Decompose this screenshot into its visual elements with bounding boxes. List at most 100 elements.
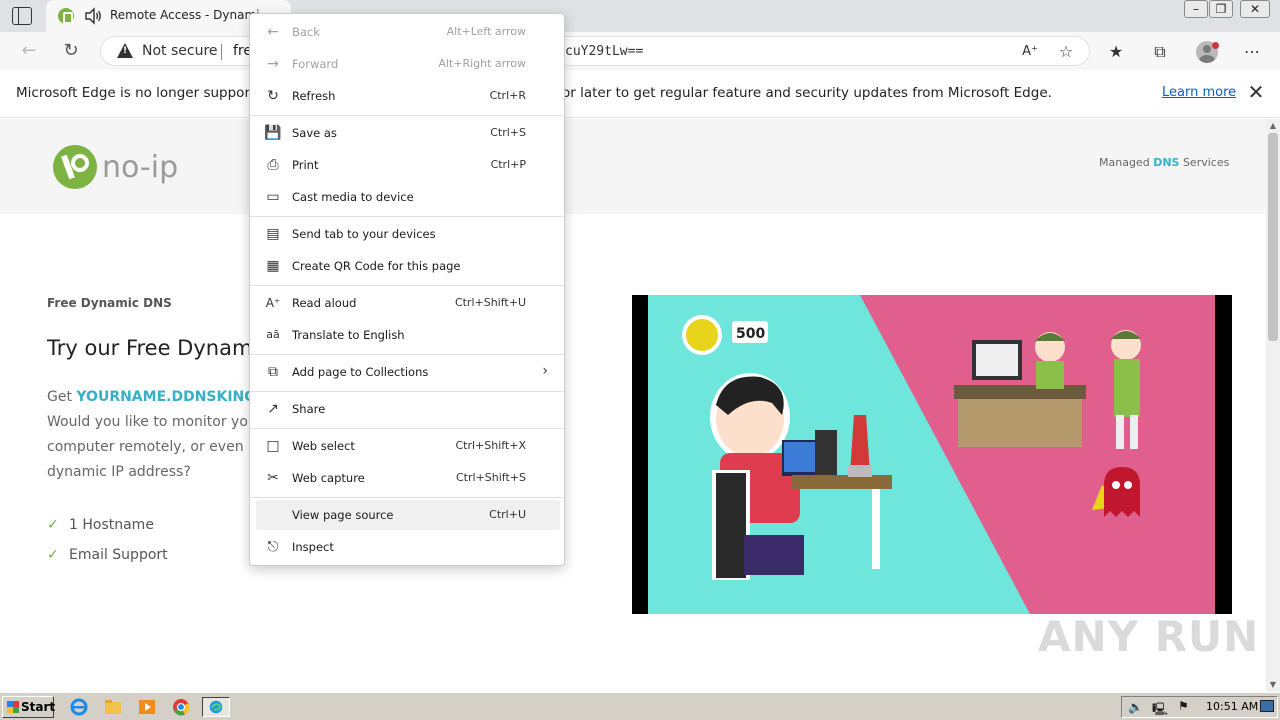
anyrun-watermark: ANY RUN — [1038, 612, 1260, 661]
start-label: Start — [21, 700, 56, 714]
edge-icon[interactable] — [202, 697, 230, 717]
menu-separator — [250, 115, 564, 116]
chrome-icon[interactable] — [170, 697, 192, 717]
browser-toolbar: ← ↻ Not secure fre cuY29tLw== A⁺ ☆ ★ ⧉ ⋯ — [0, 32, 1280, 70]
menu-item-translate[interactable]: aā Translate to English — [256, 320, 560, 350]
start-button[interactable]: Start — [2, 696, 56, 718]
profile-alert-dot — [1212, 42, 1219, 49]
scrollbar-thumb[interactable] — [1268, 133, 1278, 341]
menu-item-label: Web select — [292, 439, 355, 453]
site-header: no-ip Managed DNS Services — [0, 119, 1266, 214]
menu-item-print[interactable]: ⎙ Print Ctrl+P — [256, 150, 560, 180]
menu-item-label: Send tab to your devices — [292, 227, 436, 241]
show-desktop-icon[interactable] — [1260, 700, 1274, 712]
close-window-button[interactable]: ✕ — [1240, 0, 1270, 18]
menu-item-label: Print — [292, 158, 319, 172]
feature-item: ✓ 1 Hostname — [47, 517, 154, 533]
title-bar: Remote Access - Dynamic DNS – ❐ ✕ — [0, 0, 1280, 32]
address-separator — [221, 44, 222, 60]
menu-item-label: Save as — [292, 126, 337, 140]
feature-label: 1 Hostname — [69, 517, 154, 533]
menu-item-share[interactable]: ↗ Share — [256, 394, 560, 424]
feature-label: Email Support — [69, 547, 168, 563]
menu-item-cast[interactable]: ▭ Cast media to device — [256, 182, 560, 212]
menu-item-inspect[interactable]: ⎋ Inspect — [256, 532, 560, 562]
taskbar-clock[interactable]: 10:51 AM — [1206, 700, 1258, 713]
menu-item-shortcut: Alt+Right arrow — [438, 57, 526, 70]
menu-item-shortcut: Alt+Left arrow — [446, 25, 526, 38]
chevron-right-icon: › — [542, 363, 548, 379]
menu-item-label: Refresh — [292, 89, 336, 103]
file-explorer-icon[interactable] — [102, 697, 124, 717]
menu-separator — [250, 354, 564, 355]
get-hostname-line: Get YOURNAME.DDNSKING.C — [47, 389, 271, 405]
section-eyebrow: Free Dynamic DNS — [47, 296, 172, 310]
media-player-icon[interactable] — [136, 697, 158, 717]
read-aloud-icon[interactable]: A⁺ — [1020, 42, 1040, 62]
url-text-end: cuY29tLw== — [565, 44, 644, 59]
menu-item-shortcut: Ctrl+S — [490, 126, 526, 139]
read-aloud-icon: A⁺ — [265, 296, 281, 310]
windows-flag-icon — [7, 701, 19, 713]
web-select-icon: □ — [266, 438, 280, 454]
promo-video[interactable]: 500 — [632, 295, 1232, 614]
network-icon[interactable]: 🖳 — [1152, 700, 1168, 720]
page-scrollbar[interactable]: ▲ ▼ — [1266, 119, 1280, 692]
menu-item-label: View page source — [292, 508, 394, 522]
menu-item-view-page-source[interactable]: View page source Ctrl+U — [256, 500, 560, 530]
get-prefix: Get — [47, 389, 77, 405]
more-options-icon[interactable]: ⋯ — [1242, 42, 1262, 62]
refresh-icon: ↻ — [267, 88, 279, 104]
menu-item-back[interactable]: ← Back Alt+Left arrow — [256, 17, 560, 47]
tab-title: Remote Access - Dynamic DNS — [110, 8, 260, 22]
minimize-button[interactable]: – — [1184, 0, 1208, 18]
infobar-text-continued: or later to get regular feature and secu… — [562, 85, 1052, 101]
add-favorite-icon[interactable]: ☆ — [1056, 42, 1076, 62]
menu-item-label: Cast media to device — [292, 190, 414, 204]
menu-item-refresh[interactable]: ↻ Refresh Ctrl+R — [256, 81, 560, 111]
internet-explorer-icon[interactable] — [68, 697, 90, 717]
menu-item-web-select[interactable]: □ Web select Ctrl+Shift+X — [256, 431, 560, 461]
menu-item-label: Add page to Collections — [292, 365, 429, 379]
description-line: Would you like to monitor your h — [47, 414, 276, 430]
noip-logo[interactable]: no-ip — [50, 141, 200, 193]
security-label[interactable]: Not secure — [142, 43, 218, 59]
menu-item-save-as[interactable]: 💾 Save as Ctrl+S — [256, 118, 560, 148]
flag-notification-icon[interactable]: ⚑ — [1178, 699, 1189, 713]
menu-item-web-capture[interactable]: ✂ Web capture Ctrl+Shift+S — [256, 463, 560, 493]
system-tray: 🔈 🖳 ⚑ 10:51 AM — [1121, 696, 1278, 718]
scroll-down-icon[interactable]: ▼ — [1266, 679, 1280, 691]
speaker-icon[interactable] — [83, 6, 103, 26]
menu-item-label: Web capture — [292, 471, 365, 485]
scroll-up-icon[interactable]: ▲ — [1266, 120, 1280, 132]
menu-item-label: Back — [292, 25, 320, 39]
feature-item: ✓ Email Support — [47, 547, 168, 563]
menu-item-add-to-collections[interactable]: ⧉ Add page to Collections › — [256, 357, 560, 387]
back-arrow-icon[interactable]: ← — [18, 40, 40, 62]
send-tab-icon: ▤ — [266, 226, 280, 242]
menu-separator — [250, 497, 564, 498]
qr-code-icon: ▦ — [266, 258, 280, 274]
collections-icon[interactable]: ⧉ — [1150, 42, 1170, 62]
menu-item-label: Translate to English — [292, 328, 405, 342]
menu-item-forward[interactable]: → Forward Alt+Right arrow — [256, 49, 560, 79]
menu-item-label: Read aloud — [292, 296, 357, 310]
video-score: 500 — [736, 326, 765, 342]
volume-icon[interactable]: 🔈 — [1128, 700, 1143, 714]
menu-item-qr-code[interactable]: ▦ Create QR Code for this page — [256, 251, 560, 281]
restore-button[interactable]: ❐ — [1209, 0, 1233, 18]
favorites-icon[interactable]: ★ — [1106, 42, 1126, 62]
learn-more-link[interactable]: Learn more — [1162, 85, 1236, 100]
tab-actions-icon[interactable] — [12, 7, 32, 25]
refresh-icon[interactable]: ↻ — [60, 40, 82, 62]
hostname-highlight: YOURNAME.DDNSKING.C — [76, 389, 272, 405]
menu-item-send-tab[interactable]: ▤ Send tab to your devices — [256, 219, 560, 249]
warning-icon[interactable] — [117, 43, 133, 58]
close-infobar-icon[interactable]: ✕ — [1246, 82, 1266, 102]
description-line: dynamic IP address? — [47, 464, 191, 480]
menu-item-read-aloud[interactable]: A⁺ Read aloud Ctrl+Shift+U — [256, 288, 560, 318]
web-page: no-ip Managed DNS Services Free Dynamic … — [0, 119, 1266, 692]
unsupported-infobar: Microsoft Edge is no longer supported or… — [0, 70, 1280, 118]
tagline-suffix: Services — [1179, 156, 1230, 169]
menu-separator — [250, 285, 564, 286]
